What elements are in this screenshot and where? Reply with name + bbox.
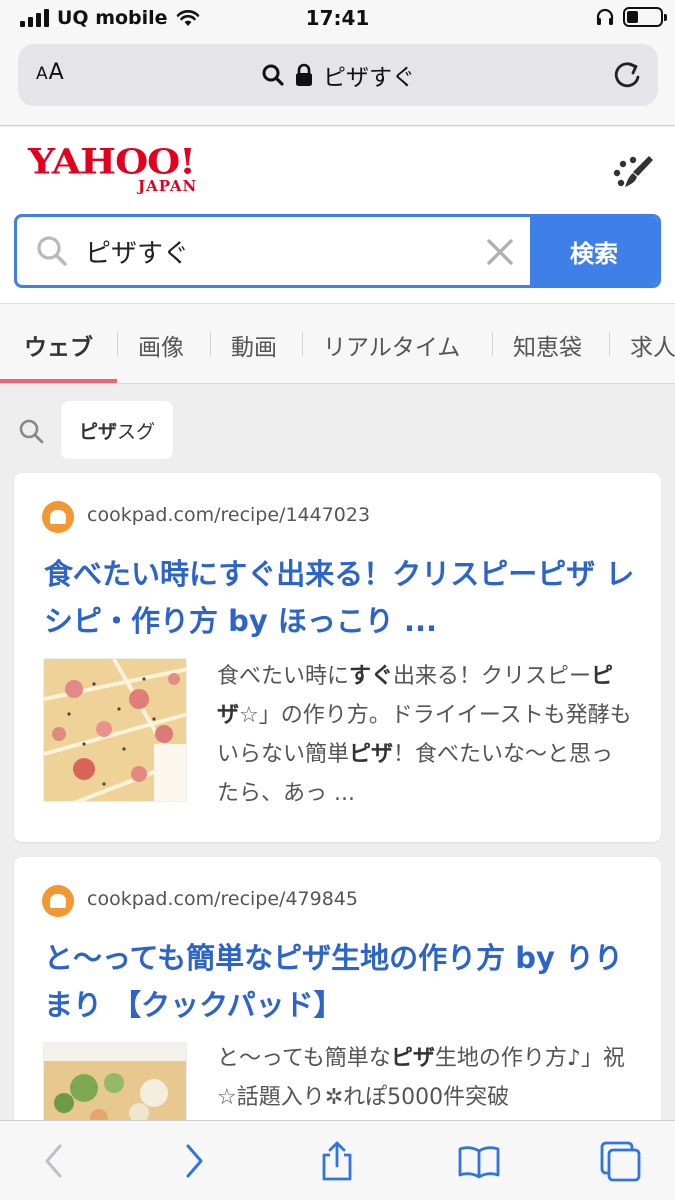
cookpad-favicon-icon (42, 885, 74, 917)
headphones-icon (596, 8, 614, 25)
url-display[interactable]: ピザすぐ (18, 58, 658, 92)
tabs-button[interactable] (599, 1139, 643, 1183)
cookpad-favicon-icon (42, 501, 74, 533)
share-button[interactable] (315, 1139, 359, 1183)
lock-icon (296, 63, 312, 86)
search-button[interactable]: 検索 (530, 217, 658, 285)
result-url[interactable]: cookpad.com/recipe/1447023 (87, 504, 370, 526)
forward-button[interactable] (172, 1139, 216, 1183)
search-icon (37, 236, 67, 266)
bookmarks-button[interactable] (457, 1139, 501, 1183)
theme-brush-icon[interactable] (609, 152, 655, 192)
battery-icon (623, 7, 667, 27)
back-icon (45, 1144, 62, 1178)
share-icon (322, 1141, 352, 1181)
screen: UQ mobile 17:41 AA ピザすぐ YAHOO! JAPAN ピザす… (0, 0, 675, 1200)
tabs-icon (600, 1141, 641, 1182)
pizza-thumbnail[interactable] (43, 658, 187, 802)
browser-address-bar: AA ピザすぐ (0, 38, 675, 126)
address-field[interactable]: AA ピザすぐ (18, 44, 658, 106)
snippet-text: と〜っても簡単な (217, 1046, 391, 1071)
bookmarks-icon (458, 1146, 500, 1179)
result-title-link[interactable]: 食べたい時にすぐ出来る！クリスピーピザ レシピ・作り方 by ほっこり ... (44, 551, 644, 645)
status-time: 17:41 (305, 6, 370, 30)
status-right (595, 7, 667, 27)
tab-jobs[interactable]: 求人 (630, 328, 675, 362)
yahoo-japan-logo[interactable]: YAHOO! JAPAN (28, 144, 220, 202)
search-result: cookpad.com/recipe/1447023 食べたい時にすぐ出来る！ク… (14, 473, 661, 842)
result-url[interactable]: cookpad.com/recipe/479845 (87, 888, 358, 910)
yahoo-header: YAHOO! JAPAN 検索 (0, 127, 675, 303)
reload-icon[interactable] (610, 58, 644, 92)
active-tab-indicator (0, 379, 117, 383)
tab-web[interactable]: ウェブ (24, 328, 93, 362)
result-title-link[interactable]: と〜っても簡単なピザ生地の作り方 by りりまり 【クックパッド】 (44, 935, 644, 1029)
search-tabs: ウェブ 画像 動画 リアルタイム 知恵袋 求人 (0, 303, 675, 384)
status-bar: UQ mobile 17:41 (0, 0, 675, 38)
logo-sub-text: JAPAN (138, 177, 198, 195)
tab-images[interactable]: 画像 (138, 328, 184, 362)
suggestion-rest: スグ (117, 420, 156, 443)
snippet-highlight: ピザ (390, 1046, 435, 1071)
back-button[interactable] (32, 1139, 76, 1183)
suggestion-chip[interactable]: ピザ スグ (61, 401, 174, 459)
url-text: ピザすぐ (323, 65, 415, 91)
tab-realtime[interactable]: リアルタイム (323, 328, 460, 362)
tab-videos[interactable]: 動画 (231, 328, 277, 362)
snippet-highlight: すぐ (349, 664, 394, 689)
clear-icon[interactable] (483, 235, 517, 269)
forward-icon (186, 1144, 203, 1178)
result-snippet: と〜っても簡単なピザ生地の作り方♪」祝☆話題入り✲れぽ5000件突破 (217, 1039, 632, 1117)
search-form: 検索 (14, 214, 661, 288)
suggestion-bold: ピザ (79, 420, 118, 443)
snippet-text: 食べたい時に (217, 664, 350, 689)
tab-chiebukuro[interactable]: 知恵袋 (513, 328, 582, 362)
logo-main-text: YAHOO! (28, 140, 196, 182)
search-icon (19, 419, 44, 444)
search-input[interactable] (85, 229, 465, 273)
battery-level (627, 11, 638, 23)
snippet-text: 出来る！クリスピー (393, 664, 592, 689)
snippet-highlight: ピザ (349, 742, 394, 767)
browser-toolbar (0, 1120, 675, 1200)
search-icon (262, 64, 284, 86)
result-snippet: 食べたい時にすぐ出来る！クリスピーピザ☆」の作り方。ドライイーストも発酵もいらな… (217, 657, 632, 813)
related-suggestion: ピザ スグ (0, 385, 675, 473)
